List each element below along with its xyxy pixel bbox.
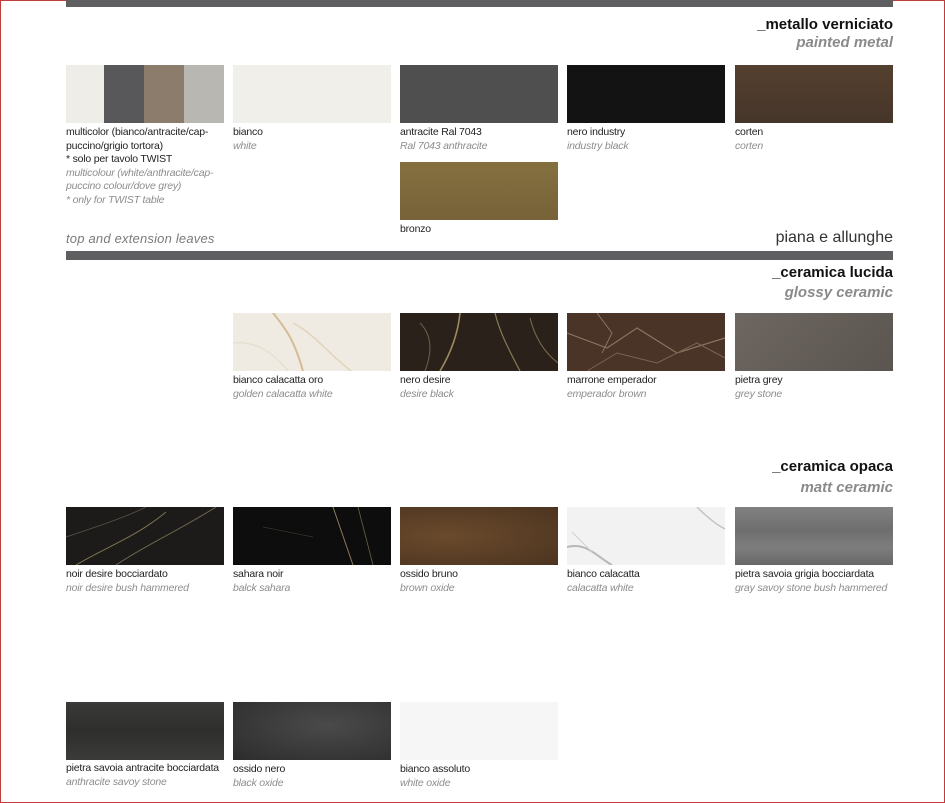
swatch-name: bianco calacatta [567,568,640,580]
label-ossido-bruno: ossido bruno brown oxide [400,568,562,595]
swatch-name-en: emperador brown [567,387,647,400]
section-title-glossy-ceramic: _ceramica lucida [772,264,893,281]
swatch-name-en: white [233,139,257,152]
label-bianco: bianco white [233,126,395,153]
swatch-name: nero industry [567,126,626,138]
swatch-pietra-savoia-antracite[interactable] [66,702,224,760]
swatch-name: antracite Ral 7043 [400,126,482,138]
swatch-name: ossido bruno [400,568,458,580]
label-bianco-calacatta-oro: bianco calacatta oro golden calacatta wh… [233,374,395,401]
section-title-matt-ceramic: _ceramica opaca [772,458,893,475]
swatch-name: sahara noir [233,568,284,580]
marble-veins-texture [419,313,558,371]
label-antracite: antracite Ral 7043 Ral 7043 anthracite [400,126,562,153]
swatch-name-en: gray savoy stone bush hammered [735,581,888,594]
swatch-name: ossido nero [233,763,286,775]
marble-veins-texture [567,507,725,565]
swatch-note-en: * only for TWIST table [66,193,165,206]
swatch-name: bianco [233,126,263,138]
swatch-name-en: black oxide [233,776,284,789]
swatch-name-en: corten [735,139,763,152]
leaves-label-en: top and extension leaves [66,231,215,246]
multicolor-strip-dove-grey [184,65,224,123]
multicolor-strip-anthracite [104,65,144,123]
swatch-bianco[interactable] [233,65,391,123]
swatch-antracite[interactable] [400,65,558,123]
swatch-bianco-calacatta-oro[interactable] [233,313,391,371]
top-divider-bar [66,0,893,7]
swatch-nero-desire[interactable] [400,313,558,371]
label-noir-desire-bocciardato: noir desire bocciardato noir desire bush… [66,568,228,595]
section-title-painted-metal: _metallo verniciato [757,16,893,33]
swatch-name-en: balck sahara [233,581,291,594]
swatch-name: marrone emperador [567,374,657,386]
swatch-name-en: multicolour (white/anthracite/cap-puccin… [66,166,214,193]
swatch-bianco-assoluto[interactable] [400,702,558,760]
swatch-name: nero desire [400,374,451,386]
marble-veins-texture [262,507,374,565]
swatch-ossido-bruno[interactable] [400,507,558,565]
label-nero-industry: nero industry industry black [567,126,729,153]
label-marrone-emperador: marrone emperador emperador brown [567,374,729,401]
swatch-corten[interactable] [735,65,893,123]
section-subtitle-painted-metal: painted metal [796,34,893,51]
label-ossido-nero: ossido nero black oxide [233,763,395,790]
swatch-name-en: calacatta white [567,581,634,594]
swatch-name-en: golden calacatta white [233,387,333,400]
swatch-name-en: desire black [400,387,454,400]
label-sahara-noir: sahara noir balck sahara [233,568,395,595]
swatch-name: multicolor (bianco/antracite/cap-puccino… [66,126,209,152]
middle-divider-bar [66,251,893,260]
swatch-name-en: noir desire bush hammered [66,581,189,594]
swatch-bianco-calacatta[interactable] [567,507,725,565]
label-pietra-grey: pietra grey grey stone [735,374,897,401]
label-bianco-assoluto: bianco assoluto white oxide [400,763,562,790]
swatch-ossido-nero[interactable] [233,702,391,760]
swatch-multicolor[interactable] [66,65,224,123]
label-nero-desire: nero desire desire black [400,374,562,401]
swatch-name: bianco calacatta oro [233,374,323,386]
swatch-pietra-grey[interactable] [735,313,893,371]
swatch-name-en: anthracite savoy stone [66,775,167,788]
label-bronzo: bronzo [400,223,562,237]
swatch-name: pietra grey [735,374,783,386]
marble-veins-texture [567,313,725,371]
swatch-name-en: industry black [567,139,629,152]
swatch-nero-industry[interactable] [567,65,725,123]
label-bianco-calacatta: bianco calacatta calacatta white [567,568,729,595]
multicolor-strip-cappuccino [144,65,184,123]
swatch-name-en: white oxide [400,776,451,789]
swatch-name: noir desire bocciardato [66,568,168,580]
swatch-note: * solo per tavolo TWIST [66,153,173,165]
label-pietra-savoia-antracite: pietra savoia antracite bocciardata anth… [66,762,228,789]
swatch-name-en: grey stone [735,387,783,400]
marble-veins-texture [233,313,352,371]
swatch-noir-desire-bocciardato[interactable] [66,507,224,565]
swatch-pietra-savoia-grigia[interactable] [735,507,893,565]
swatch-name-en: brown oxide [400,581,455,594]
label-pietra-savoia-grigia: pietra savoia grigia bocciardata gray sa… [735,568,897,595]
swatch-name-en: Ral 7043 anthracite [400,139,488,152]
marble-veins-texture [66,507,217,565]
swatch-name: corten [735,126,763,138]
label-multicolor: multicolor (bianco/antracite/cap-puccino… [66,126,232,207]
section-subtitle-glossy-ceramic: glossy ceramic [784,284,893,301]
section-subtitle-matt-ceramic: matt ceramic [800,479,893,496]
swatch-sahara-noir[interactable] [233,507,391,565]
swatch-name: bianco assoluto [400,763,470,775]
swatch-name: pietra savoia grigia bocciardata [735,568,874,580]
multicolor-strip-white [66,65,104,123]
leaves-label-it: piana e allunghe [775,229,893,246]
label-corten: corten corten [735,126,897,153]
swatch-marrone-emperador[interactable] [567,313,725,371]
swatch-name: bronzo [400,223,431,235]
swatch-bronzo[interactable] [400,162,558,220]
swatch-name: pietra savoia antracite bocciardata [66,762,219,774]
